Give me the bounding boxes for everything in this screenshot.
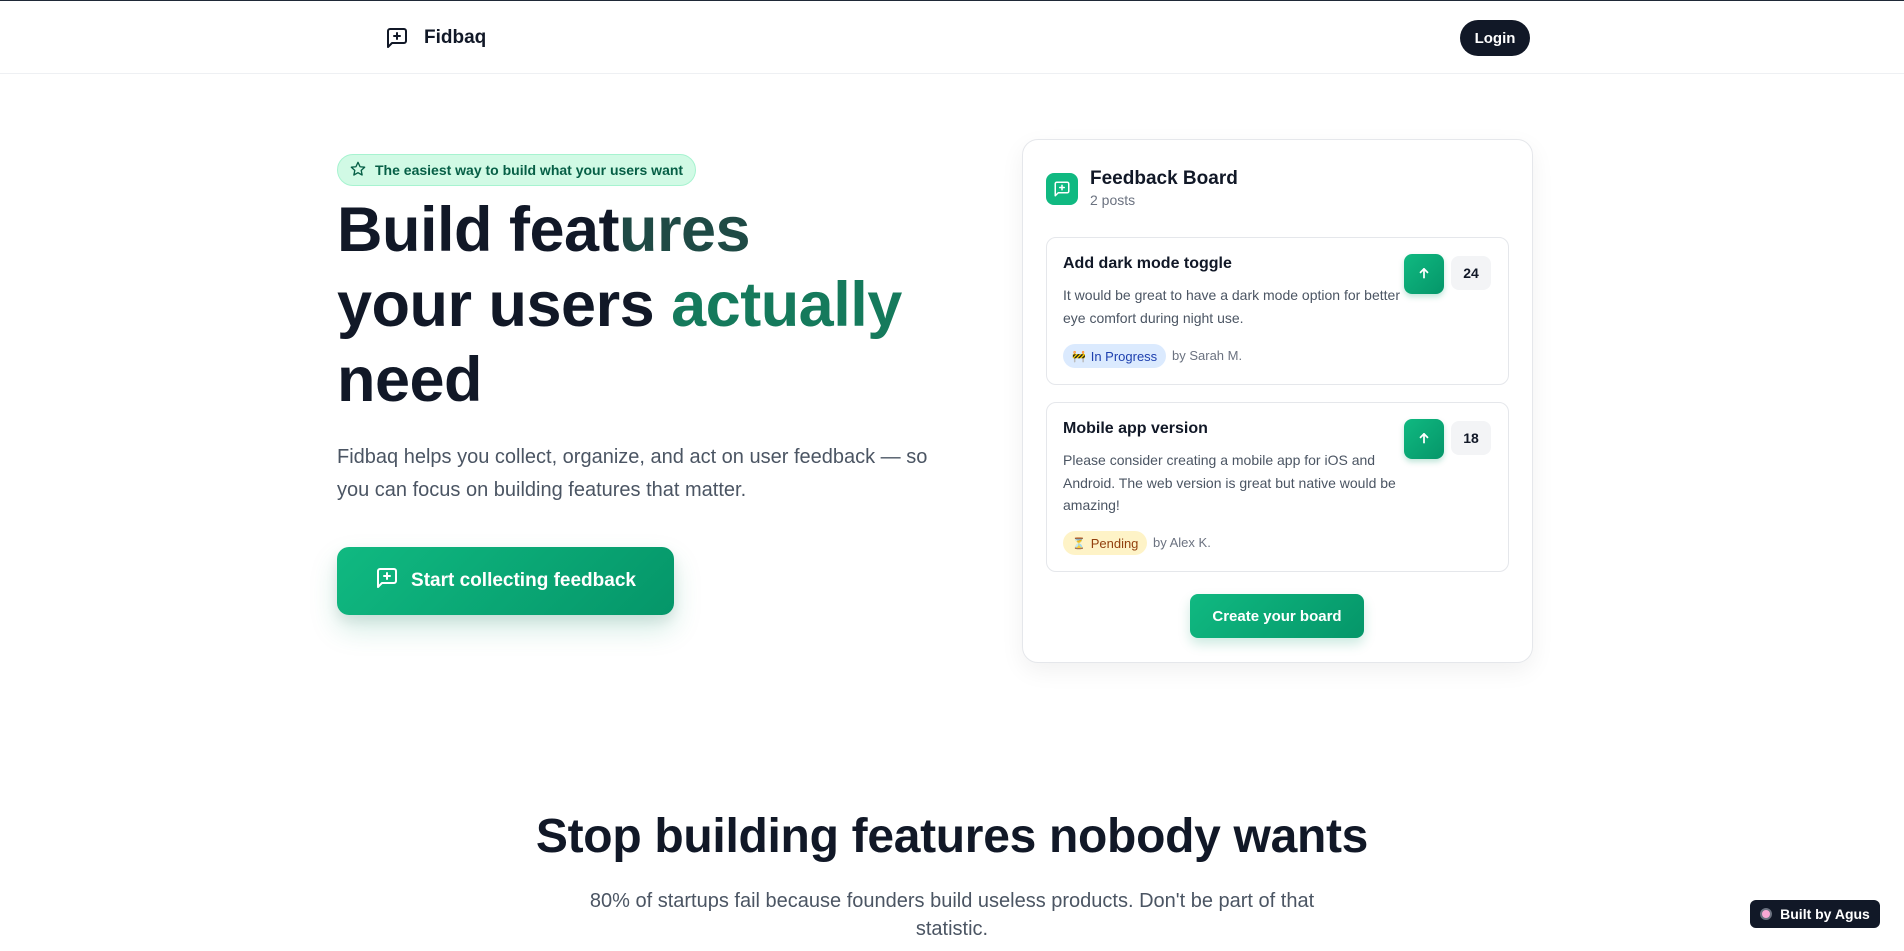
- brand-name: Fidbaq: [424, 27, 487, 48]
- hourglass-icon: ⏳: [1072, 537, 1086, 550]
- feedback-post[interactable]: Add dark mode toggle It would be great t…: [1046, 237, 1509, 385]
- section-subtitle: 80% of startups fail because founders bu…: [589, 890, 1315, 940]
- post-description: Please consider creating a mobile app fo…: [1063, 452, 1396, 513]
- hero-title-part: need: [337, 345, 483, 415]
- feedback-post[interactable]: Mobile app version Please consider creat…: [1046, 402, 1509, 572]
- status-label: Pending: [1090, 535, 1139, 551]
- vote-count: 24: [1451, 256, 1491, 290]
- message-plus-icon: [375, 566, 399, 596]
- hero-title: Build features your users actually need: [337, 193, 957, 418]
- arrow-up-icon: [1417, 266, 1431, 283]
- status-badge: 🚧 In Progress: [1063, 344, 1167, 368]
- arrow-up-icon: [1417, 431, 1431, 448]
- feedback-board-card: Feedback Board 2 posts Add dark mode tog…: [1022, 139, 1533, 663]
- hero-title-part: Build feat: [337, 195, 620, 265]
- vote-count: 18: [1451, 421, 1491, 455]
- hero-title-highlight: actually: [671, 270, 902, 340]
- post-author: by Sarah M.: [1172, 348, 1243, 363]
- create-board-button[interactable]: Create your board: [1190, 594, 1364, 638]
- post-title: Mobile app version: [1063, 420, 1208, 437]
- construction-icon: 🚧: [1072, 350, 1086, 363]
- board-title: Feedback Board: [1090, 168, 1238, 189]
- status-badge: ⏳ Pending: [1063, 531, 1148, 555]
- post-author: by Alex K.: [1153, 535, 1211, 550]
- start-collecting-button[interactable]: Start collecting feedback: [337, 547, 674, 615]
- post-title: Add dark mode toggle: [1063, 255, 1232, 272]
- hero-title-part: ures: [619, 195, 751, 265]
- hero-badge-text: The easiest way to build what your users…: [375, 162, 684, 178]
- login-button[interactable]: Login: [1460, 20, 1530, 56]
- board-post-count: 2 posts: [1090, 192, 1136, 208]
- brand-logo[interactable]: Fidbaq: [384, 25, 486, 51]
- section-title: Stop building features nobody wants: [535, 810, 1369, 863]
- avatar: [1760, 908, 1773, 920]
- post-description: It would be great to have a dark mode op…: [1063, 287, 1400, 326]
- upvote-button[interactable]: [1404, 419, 1444, 459]
- message-plus-icon: [1046, 173, 1078, 205]
- built-by-badge[interactable]: Built by Agus: [1750, 900, 1880, 928]
- hero-badge: The easiest way to build what your users…: [337, 154, 697, 186]
- cta-label: Start collecting feedback: [411, 570, 636, 591]
- message-plus-icon: [384, 25, 410, 51]
- hero-subtitle: Fidbaq helps you collect, organize, and …: [337, 446, 928, 501]
- upvote-button[interactable]: [1404, 254, 1444, 294]
- hero-title-part: your users: [337, 270, 672, 340]
- star-icon: [350, 161, 366, 180]
- status-label: In Progress: [1090, 348, 1158, 364]
- built-by-label: Built by Agus: [1780, 906, 1870, 922]
- site-header: Fidbaq Login: [0, 1, 1904, 74]
